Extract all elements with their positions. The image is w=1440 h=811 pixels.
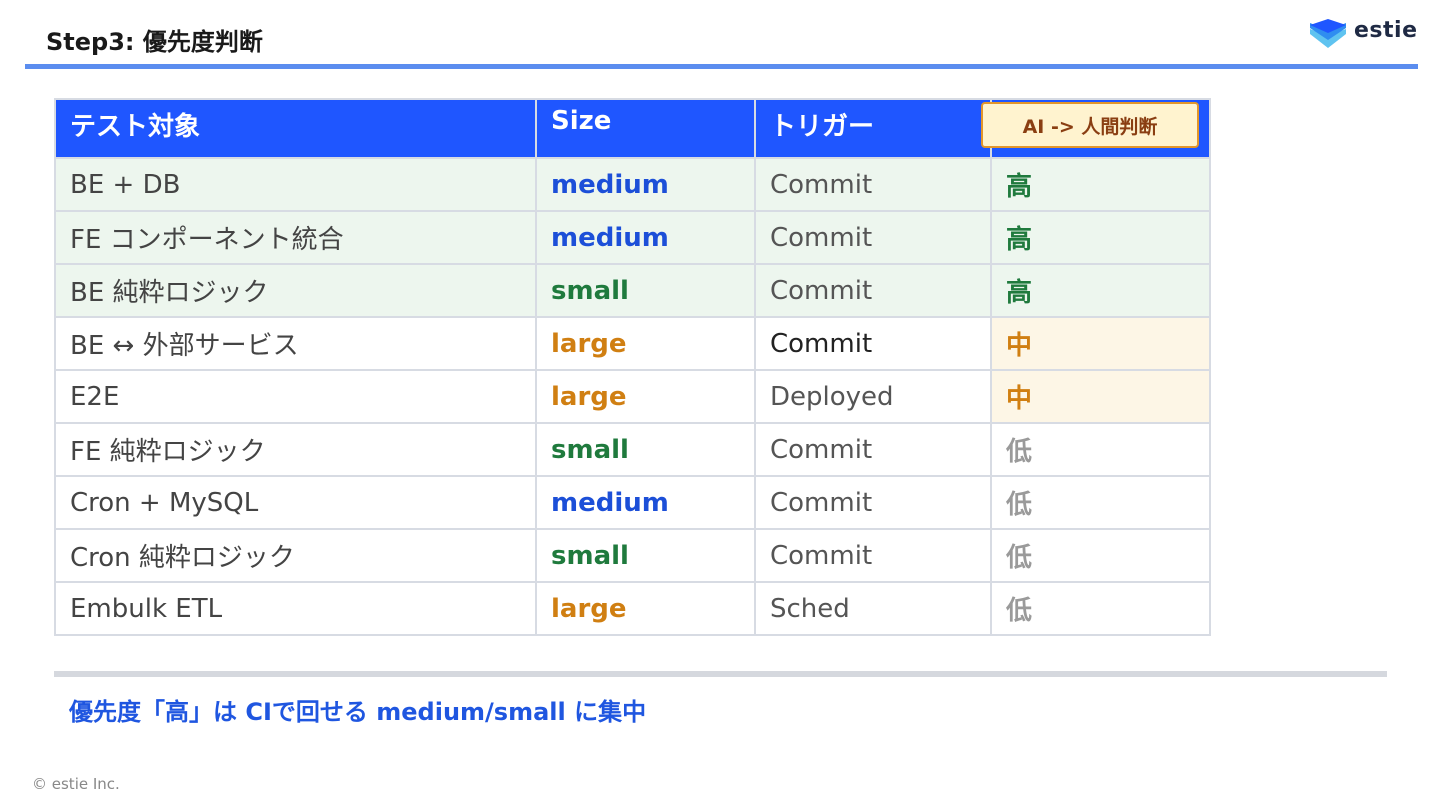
table-row: Embulk ETL large Sched 低 [54,581,1211,636]
table-row: BE + DB medium Commit 高 [54,157,1211,212]
cell-priority: 中 [990,316,1211,371]
summary-divider [54,671,1387,677]
cell-priority: 低 [990,528,1211,583]
cell-target: FE コンポーネント統合 [54,210,537,265]
cell-target: E2E [54,369,537,424]
cell-target: Cron 純粋ロジック [54,528,537,583]
cell-target: BE 純粋ロジック [54,263,537,318]
page-title: Step3: 優先度判断 [46,28,263,56]
cell-trigger: Commit [754,210,992,265]
column-header-trigger: トリガー [754,98,992,159]
cell-priority: 中 [990,369,1211,424]
cell-size: large [535,581,756,636]
cell-priority: 高 [990,157,1211,212]
table-row: FE 純粋ロジック small Commit 低 [54,422,1211,477]
cell-priority: 低 [990,475,1211,530]
cell-trigger: Commit [754,528,992,583]
cell-target: Cron + MySQL [54,475,537,530]
column-header-size: Size [535,98,756,159]
table-row: BE 純粋ロジック small Commit 高 [54,263,1211,318]
cell-target: BE + DB [54,157,537,212]
cell-size: large [535,369,756,424]
cell-target: FE 純粋ロジック [54,422,537,477]
summary-text: 優先度「高」は CIで回せる medium/small に集中 [69,698,647,726]
cell-priority: 高 [990,263,1211,318]
table-row: BE ↔ 外部サービス large Commit 中 [54,316,1211,371]
estie-logo: estie [1308,18,1428,52]
cell-trigger: Commit [754,157,992,212]
cell-trigger: Sched [754,581,992,636]
stack-logo-icon [1310,19,1346,48]
cell-size: large [535,316,756,371]
table-row: FE コンポーネント統合 medium Commit 高 [54,210,1211,265]
cell-trigger: Deployed [754,369,992,424]
table-row: Cron 純粋ロジック small Commit 低 [54,528,1211,583]
cell-priority: 低 [990,581,1211,636]
cell-target: Embulk ETL [54,581,537,636]
cell-size: medium [535,475,756,530]
cell-size: small [535,528,756,583]
cell-size: small [535,263,756,318]
column-header-target: テスト対象 [54,98,537,159]
table-row: Cron + MySQL medium Commit 低 [54,475,1211,530]
table-row: E2E large Deployed 中 [54,369,1211,424]
cell-target: BE ↔ 外部サービス [54,316,537,371]
ai-judgment-badge: AI -> 人間判断 [981,102,1199,148]
cell-trigger: Commit [754,263,992,318]
cell-trigger: Commit [754,422,992,477]
title-divider [25,64,1418,69]
cell-size: medium [535,210,756,265]
logo-text: estie [1354,18,1418,43]
cell-priority: 高 [990,210,1211,265]
cell-priority: 低 [990,422,1211,477]
cell-size: medium [535,157,756,212]
priority-table: テスト対象 Size トリガー BE + DB medium Commit 高 … [54,98,1211,636]
cell-size: small [535,422,756,477]
copyright-footer: © estie Inc. [32,775,120,793]
cell-trigger: Commit [754,316,992,371]
cell-trigger: Commit [754,475,992,530]
